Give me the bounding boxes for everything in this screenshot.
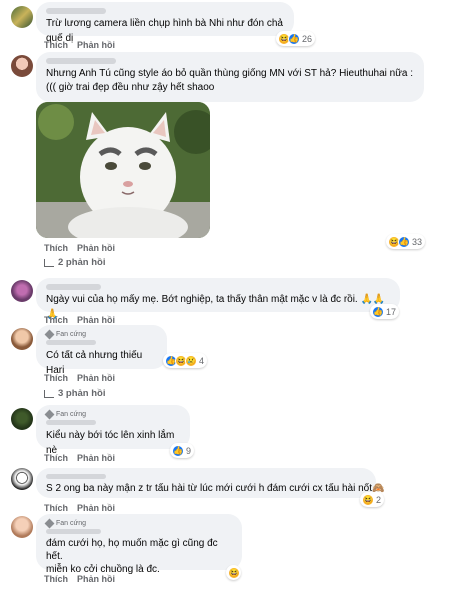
fan-badge-label: Fan cứng [56, 520, 86, 527]
comment-text-line1: đám cưới họ, họ muốn mặc gì cũng đc hết. [46, 538, 218, 562]
comment-image[interactable] [36, 102, 210, 238]
avatar[interactable] [11, 6, 33, 28]
view-replies-link[interactable]: 2 phản hồi [44, 257, 106, 268]
reply-arrow-icon [44, 389, 54, 398]
avatar[interactable] [11, 408, 33, 430]
avatar[interactable] [11, 516, 33, 538]
author-name-redacted [46, 284, 101, 290]
diamond-icon [44, 329, 55, 340]
replies-count-label: 3 phản hồi [58, 388, 106, 399]
fan-badge: Fan cứng [44, 409, 180, 420]
reaction-summary[interactable]: 😆 2 [360, 492, 385, 507]
reply-button[interactable]: Phản hồi [77, 503, 115, 513]
like-icon: 👍 [172, 444, 184, 457]
like-button[interactable]: Thích [44, 574, 68, 584]
fan-badge: Fan cứng [44, 518, 232, 529]
diamond-icon [44, 518, 55, 529]
author-name-redacted [46, 529, 101, 534]
reaction-summary[interactable]: 😆 👍 26 [276, 31, 316, 46]
comment-actions: Thích Phản hồi [44, 453, 115, 463]
reaction-summary[interactable]: 😆 👍 33 [386, 234, 426, 249]
like-button[interactable]: Thích [44, 373, 68, 383]
avatar[interactable] [11, 280, 33, 302]
author-name-redacted [46, 58, 116, 64]
comment-bubble: Fan cứng Có tất cả nhưng thiếu Hari [36, 325, 167, 376]
haha-icon: 😆 [362, 493, 374, 506]
fan-badge-label: Fan cứng [56, 411, 86, 418]
reply-button[interactable]: Phản hồi [77, 315, 115, 325]
like-button[interactable]: Thích [44, 503, 68, 513]
reply-arrow-icon [44, 258, 54, 267]
fan-badge: Fan cứng [44, 329, 157, 340]
comment-actions: Thích Phản hồi [44, 243, 115, 253]
reaction-count: 9 [186, 445, 192, 456]
comment-bubble: Trừ lương camera liền chụp hình bà Nhi n… [36, 2, 294, 44]
reaction-summary[interactable]: 👍 17 [370, 304, 400, 319]
reaction-count: 4 [199, 355, 205, 366]
author-name-redacted [46, 8, 106, 14]
reaction-count: 17 [386, 306, 397, 317]
like-button[interactable]: Thích [44, 453, 68, 463]
like-button[interactable]: Thích [44, 315, 68, 325]
author-name-redacted [46, 420, 96, 425]
view-replies-link[interactable]: 3 phản hồi [44, 388, 106, 399]
comment-bubble: Fan cứng đám cưới họ, họ muốn mặc gì cũn… [36, 514, 242, 575]
comment-actions: Thích Phản hồi [44, 503, 115, 513]
comment-bubble: Ngày vui của họ mấy mẹ. Bớt nghiệp, ta t… [36, 278, 400, 320]
reply-button[interactable]: Phản hồi [77, 373, 115, 383]
comment-bubble: Nhưng Anh Tú cũng style áo bỏ quần thùng… [36, 52, 424, 102]
cat-photo [36, 102, 210, 238]
comment-actions: Thích Phản hồi [44, 40, 115, 50]
author-name-redacted [46, 340, 96, 345]
like-icon: 👍 [398, 235, 410, 248]
diamond-icon [44, 409, 55, 420]
comment-actions: Thích Phản hồi [44, 315, 115, 325]
avatar[interactable] [11, 328, 33, 350]
fan-badge-label: Fan cứng [56, 331, 86, 338]
comment-bubble: S 2 ong ba này mận z tr tấu hài từ lúc m… [36, 468, 385, 498]
comment-text: S 2 ong ba này mận z tr tấu hài từ lúc m… [46, 483, 385, 494]
avatar[interactable] [11, 468, 33, 490]
reaction-summary[interactable]: 👍 😆 😢 4 [163, 353, 208, 368]
like-icon: 👍 [288, 32, 300, 45]
sad-icon: 😢 [185, 354, 197, 367]
reaction-summary[interactable]: 👍 9 [170, 443, 195, 458]
like-button[interactable]: Thích [44, 40, 68, 50]
haha-icon: 😆 [228, 566, 240, 579]
author-name-redacted [46, 474, 106, 479]
comment-actions: Thích Phản hồi [44, 373, 115, 383]
reply-button[interactable]: Phản hồi [77, 574, 115, 584]
comment-actions: Thích Phản hồi [44, 574, 115, 584]
comment-bubble: Fan cứng Kiểu này bới tóc lên xinh lắm n… [36, 405, 190, 456]
avatar[interactable] [11, 55, 33, 77]
reply-button[interactable]: Phản hồi [77, 453, 115, 463]
like-icon: 👍 [372, 305, 384, 318]
reaction-count: 2 [376, 494, 382, 505]
like-button[interactable]: Thích [44, 243, 68, 253]
comment-text-line2: ((( giờ trai đẹp đều như zậy hết shaoo [46, 82, 215, 93]
replies-count-label: 2 phản hồi [58, 257, 106, 268]
comment-text-line1: Nhưng Anh Tú cũng style áo bỏ quần thùng… [46, 68, 414, 79]
reply-button[interactable]: Phản hồi [77, 40, 115, 50]
reaction-count: 26 [302, 33, 313, 44]
reaction-count: 33 [412, 236, 423, 247]
reaction-summary[interactable]: 😆 [226, 565, 241, 580]
reply-button[interactable]: Phản hồi [77, 243, 115, 253]
